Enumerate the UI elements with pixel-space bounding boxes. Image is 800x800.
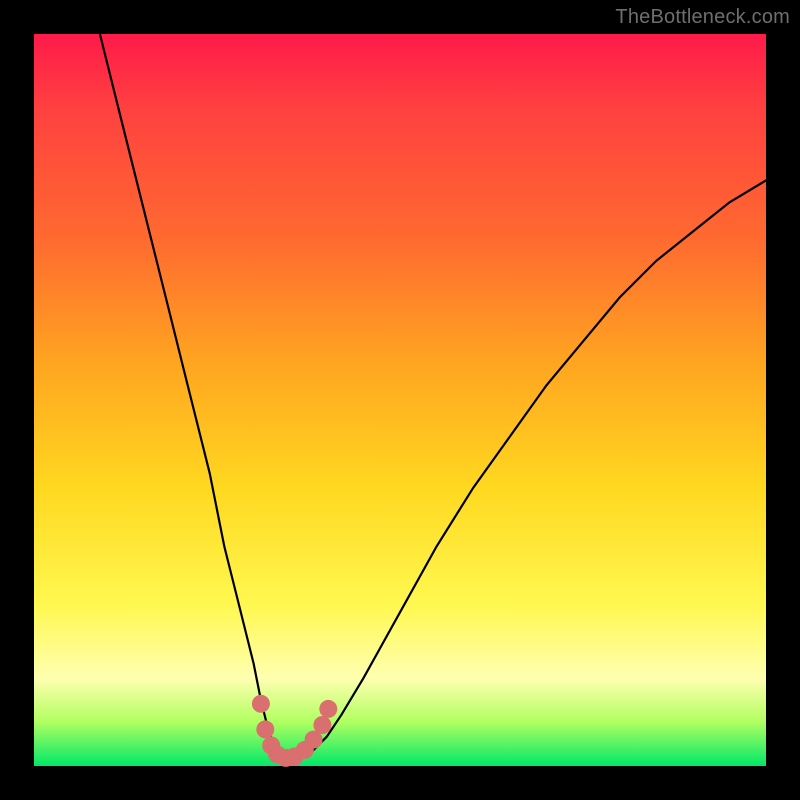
curve-svg: [34, 34, 766, 766]
valley-dot: [319, 700, 337, 718]
chart-plot-area: [34, 34, 766, 766]
valley-marker: [252, 695, 337, 767]
watermark-text: TheBottleneck.com: [615, 6, 790, 29]
bottleneck-curve: [100, 34, 766, 759]
valley-dot: [313, 716, 331, 734]
chart-frame: TheBottleneck.com: [0, 0, 800, 800]
valley-dot: [252, 695, 270, 713]
valley-dot: [256, 720, 274, 738]
